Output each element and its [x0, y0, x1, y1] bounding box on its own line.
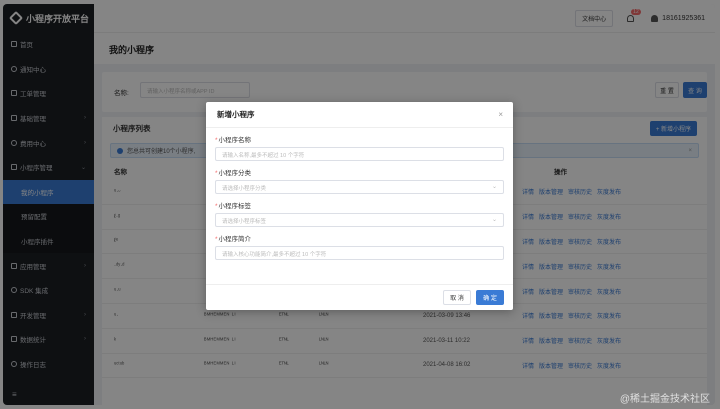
select-field[interactable]: 请选择小程序标签 ⌄: [215, 213, 504, 227]
field-label: *小程序分类: [215, 167, 504, 177]
dialog-header: 新增小程序 ×: [206, 102, 513, 128]
placeholder: 请选择小程序标签: [222, 219, 267, 225]
dialog-footer: 取 消 确 定: [206, 284, 513, 310]
field-label: *小程序简介: [215, 233, 504, 243]
field-label-text: 小程序分类: [218, 170, 252, 177]
form-field: *小程序简介请输入核心功能简介,最多不超过 10 个字符: [206, 233, 513, 260]
select-field[interactable]: 请选择小程序分类 ⌄: [215, 180, 504, 194]
confirm-button[interactable]: 确 定: [476, 290, 504, 305]
field-label-text: 小程序简介: [218, 236, 252, 243]
field-label: *小程序名称: [215, 134, 504, 144]
form-field: *小程序分类请选择小程序分类 ⌄: [206, 167, 513, 194]
required-mark: *: [215, 236, 218, 243]
field-label-text: 小程序名称: [218, 137, 252, 144]
cancel-button[interactable]: 取 消: [443, 290, 471, 305]
field-label-text: 小程序标签: [218, 203, 252, 210]
chevron-down-icon: ⌄: [491, 184, 497, 190]
watermark: @稀土掘金技术社区: [619, 394, 710, 405]
chevron-down-icon: ⌄: [491, 217, 497, 223]
required-mark: *: [215, 170, 218, 177]
dialog-form: *小程序名称 请输入名称,最多不超过 10 个字符 *小程序分类 请选择小程序分类 ⌄ *…: [206, 134, 513, 260]
field-label: *小程序标签: [215, 200, 504, 210]
placeholder: 请输入名称,最多不超过 10 个字符: [222, 153, 305, 159]
form-field: *小程序标签请选择小程序标签 ⌄: [206, 200, 513, 227]
text-input[interactable]: 请输入名称,最多不超过 10 个字符: [215, 147, 504, 161]
dialog-title: 新增小程序: [217, 110, 255, 119]
required-mark: *: [215, 203, 218, 210]
close-icon[interactable]: ×: [498, 110, 503, 119]
required-mark: *: [215, 137, 218, 144]
placeholder: 请输入核心功能简介,最多不超过 10 个字符: [222, 252, 327, 258]
text-input[interactable]: 请输入核心功能简介,最多不超过 10 个字符: [215, 246, 504, 260]
form-field: *小程序名称请输入名称,最多不超过 10 个字符: [206, 134, 513, 161]
add-miniprogram-dialog: 新增小程序 × *小程序名称 请输入名称,最多不超过 10 个字符 *小程序分类 请选…: [206, 102, 513, 310]
placeholder: 请选择小程序分类: [222, 186, 267, 192]
